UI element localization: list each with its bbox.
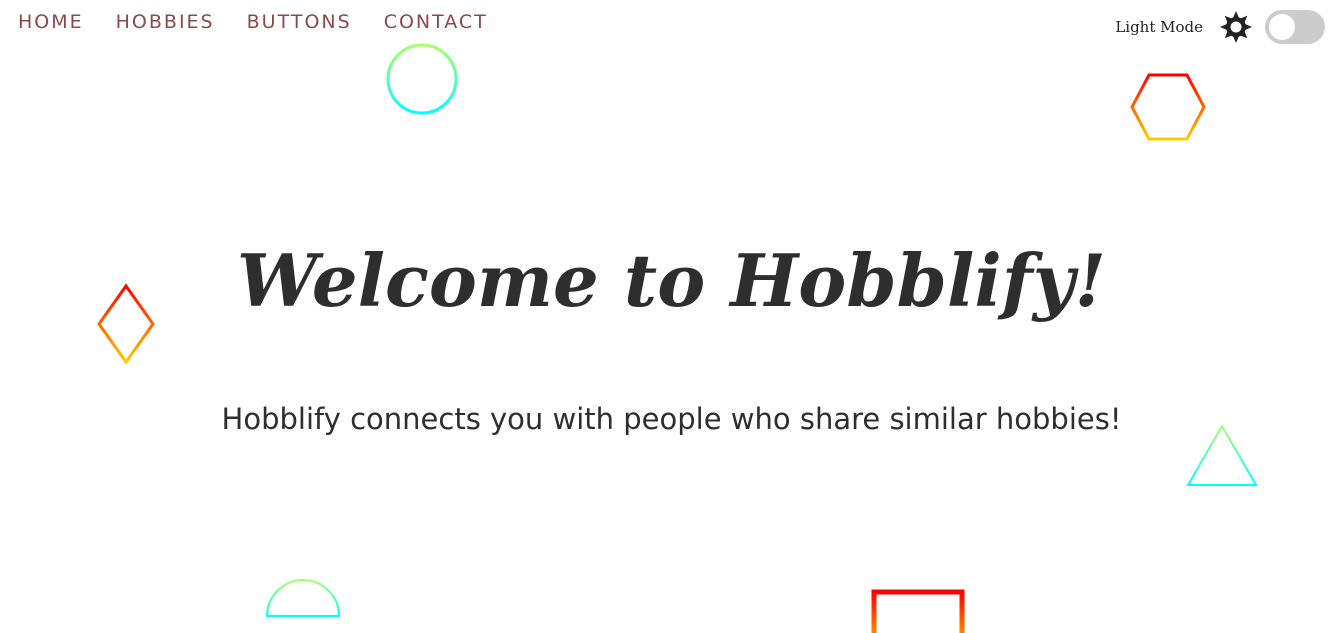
sun-icon [1219,10,1253,44]
hexagon-outline-icon [1130,73,1206,141]
nav-link-home[interactable]: HOME [18,10,84,34]
top-nav: HOME HOBBIES BUTTONS CONTACT [18,10,520,34]
nav-link-contact[interactable]: CONTACT [384,10,488,34]
theme-switcher: Light Mode [1115,10,1325,44]
nav-link-buttons[interactable]: BUTTONS [247,10,352,34]
toggle-knob [1269,14,1295,40]
theme-toggle[interactable] [1265,10,1325,44]
page-subtitle: Hobblify connects you with people who sh… [221,402,1122,436]
page: HOME HOBBIES BUTTONS CONTACT Light Mode [0,0,1343,633]
half-circle-outline-icon [265,579,341,617]
square-outline-icon [871,589,965,633]
mode-label: Light Mode [1115,18,1203,36]
nav-link-hobbies[interactable]: HOBBIES [116,10,215,34]
page-title: Welcome to Hobblify! [236,238,1107,323]
diamond-outline-icon [97,283,155,365]
triangle-outline-icon [1186,423,1258,486]
circle-outline-icon [386,43,458,115]
